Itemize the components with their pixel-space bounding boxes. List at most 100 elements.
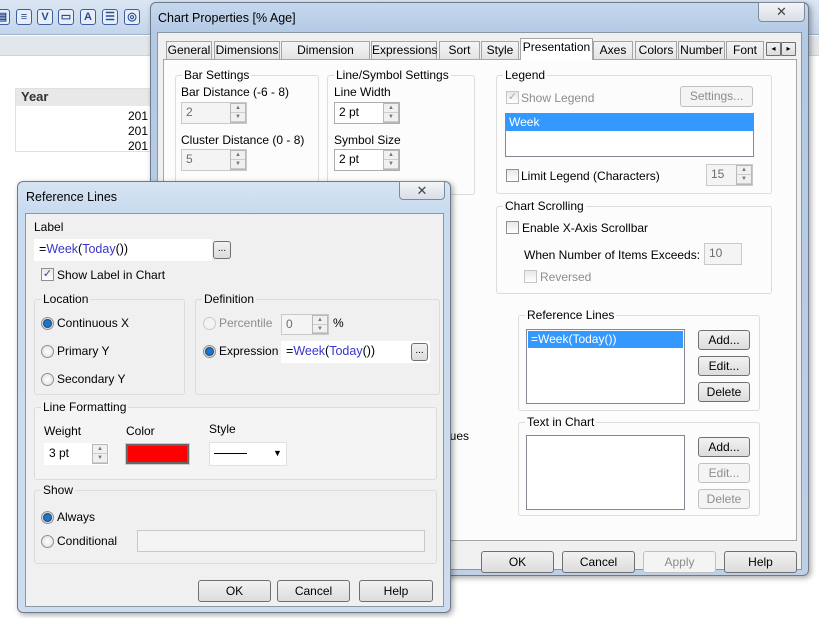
style-dropdown[interactable]: ▼: [209, 442, 287, 466]
help-button[interactable]: Help: [724, 551, 797, 573]
show-legend-label: Show Legend: [521, 91, 595, 105]
continuous-x-label: Continuous X: [57, 316, 130, 330]
weight-spinner[interactable]: ▲ ▼: [92, 444, 108, 464]
text-add-button[interactable]: Add...: [698, 437, 750, 457]
line-width-label: Line Width: [334, 85, 391, 99]
lines-icon[interactable]: ☰: [102, 9, 118, 25]
listbox-header: Year: [16, 89, 154, 106]
label-ellipsis-button[interactable]: ...: [213, 241, 231, 259]
expression-radio[interactable]: [203, 345, 216, 358]
expr-function: Today: [329, 344, 363, 358]
label-expression-input[interactable]: =Week(Today()): [34, 239, 212, 261]
tab-dimensions[interactable]: Dimensions: [214, 41, 280, 59]
primary-y-radio[interactable]: [41, 345, 54, 358]
limit-legend-label: Limit Legend (Characters): [521, 169, 660, 183]
image-icon[interactable]: ◎: [124, 9, 140, 25]
tab-font[interactable]: Font: [726, 41, 764, 59]
cancel-button[interactable]: Cancel: [277, 580, 350, 602]
listbox-value[interactable]: 201: [128, 124, 148, 139]
tab-dimension-limits[interactable]: Dimension Limits: [281, 41, 370, 73]
ref-add-button[interactable]: Add...: [698, 330, 750, 350]
tab-axes[interactable]: Axes: [593, 41, 633, 59]
exceeds-input[interactable]: 10: [704, 243, 742, 265]
cancel-button[interactable]: Cancel: [562, 551, 635, 573]
year-listbox[interactable]: Year 201 201 201: [15, 88, 155, 154]
button-icon[interactable]: ▭: [58, 9, 74, 25]
line-width-spinner[interactable]: ▲ ▼: [383, 103, 399, 123]
show-legend-checkbox[interactable]: ✓: [506, 91, 519, 104]
always-radio[interactable]: [41, 511, 54, 524]
tab-general[interactable]: General: [166, 41, 212, 59]
close-button[interactable]: ✕: [758, 2, 805, 22]
continuous-x-radio[interactable]: [41, 317, 54, 330]
text-icon[interactable]: A: [80, 9, 96, 25]
legend-list[interactable]: Week: [505, 113, 754, 157]
reference-lines-list[interactable]: =Week(Today()): [526, 329, 685, 404]
chevron-down-icon: ▼: [273, 448, 282, 458]
enable-scrollbar-checkbox[interactable]: [506, 221, 519, 234]
checkmark-icon[interactable]: V: [37, 9, 53, 25]
expression-label: Expression: [219, 344, 279, 358]
listbox-value[interactable]: 201: [128, 139, 148, 154]
group-label: Chart Scrolling: [503, 199, 586, 213]
text-in-chart-list[interactable]: [526, 435, 685, 510]
condition-input[interactable]: [137, 530, 425, 552]
primary-y-label: Primary Y: [57, 344, 110, 358]
tab-scroll-right-icon[interactable]: ▸: [781, 42, 796, 56]
percentile-label: Percentile: [219, 316, 273, 330]
ok-button[interactable]: OK: [481, 551, 554, 573]
tab-number[interactable]: Number: [678, 41, 725, 59]
tab-expressions[interactable]: Expressions: [371, 41, 437, 59]
secondary-y-radio[interactable]: [41, 373, 54, 386]
tab-scroll-left-icon[interactable]: ◂: [766, 42, 781, 56]
list-icon[interactable]: ▤: [0, 9, 10, 25]
cluster-distance-label: Cluster Distance (0 - 8): [181, 133, 305, 147]
listbox-value[interactable]: 201: [128, 109, 148, 124]
percentile-spinner[interactable]: ▲ ▼: [312, 315, 328, 334]
ref-edit-button[interactable]: Edit...: [698, 356, 750, 376]
dialog-title: Reference Lines: [26, 190, 118, 204]
ok-button[interactable]: OK: [198, 580, 271, 602]
symbol-size-spinner[interactable]: ▲ ▼: [383, 150, 399, 170]
apply-button[interactable]: Apply: [643, 551, 716, 573]
expr-text: ()): [362, 344, 376, 358]
show-label-label: Show Label in Chart: [57, 268, 166, 282]
label-heading: Label: [34, 220, 64, 234]
enable-scrollbar-label: Enable X-Axis Scrollbar: [522, 221, 649, 235]
group-label: Reference Lines: [525, 308, 617, 322]
list-item[interactable]: =Week(Today()): [528, 331, 683, 348]
help-button[interactable]: Help: [359, 580, 433, 602]
expression-ellipsis-button[interactable]: ...: [411, 343, 428, 361]
exceeds-label: When Number of Items Exceeds:: [524, 248, 701, 262]
legend-settings-button[interactable]: Settings...: [680, 86, 753, 107]
equals-icon[interactable]: ≡: [16, 9, 32, 25]
percentile-radio[interactable]: [203, 317, 216, 330]
ref-delete-button[interactable]: Delete: [698, 382, 750, 402]
bar-distance-spinner[interactable]: ▲ ▼: [230, 103, 246, 123]
weight-label: Weight: [44, 424, 82, 438]
tab-sort[interactable]: Sort: [439, 41, 480, 59]
percent-sign: %: [333, 316, 344, 330]
group-label: Line Formatting: [41, 400, 129, 414]
text-edit-button[interactable]: Edit...: [698, 463, 750, 483]
dialog-body: Label =Week(Today()) ... ✓ Show Label in…: [25, 213, 444, 607]
expr-text: ()): [115, 242, 129, 256]
cluster-distance-spinner[interactable]: ▲ ▼: [230, 150, 246, 170]
color-swatch-button[interactable]: [125, 443, 190, 465]
show-label-checkbox[interactable]: ✓: [41, 268, 54, 281]
show-group: Show: [34, 483, 437, 564]
conditional-label: Conditional: [57, 534, 118, 548]
conditional-radio[interactable]: [41, 535, 54, 548]
tab-colors[interactable]: Colors: [635, 41, 677, 59]
limit-legend-checkbox[interactable]: [506, 169, 519, 182]
group-label: Legend: [503, 68, 548, 82]
expression-input[interactable]: =Week(Today()): [281, 341, 430, 363]
style-label: Style: [209, 422, 236, 436]
tab-presentation[interactable]: Presentation: [520, 38, 593, 60]
tab-style[interactable]: Style: [481, 41, 519, 59]
limit-legend-spinner[interactable]: ▲ ▼: [736, 165, 752, 185]
text-delete-button[interactable]: Delete: [698, 489, 750, 509]
close-button[interactable]: ✕: [399, 181, 445, 200]
list-item[interactable]: Week: [506, 114, 753, 131]
reversed-checkbox[interactable]: [524, 270, 537, 283]
